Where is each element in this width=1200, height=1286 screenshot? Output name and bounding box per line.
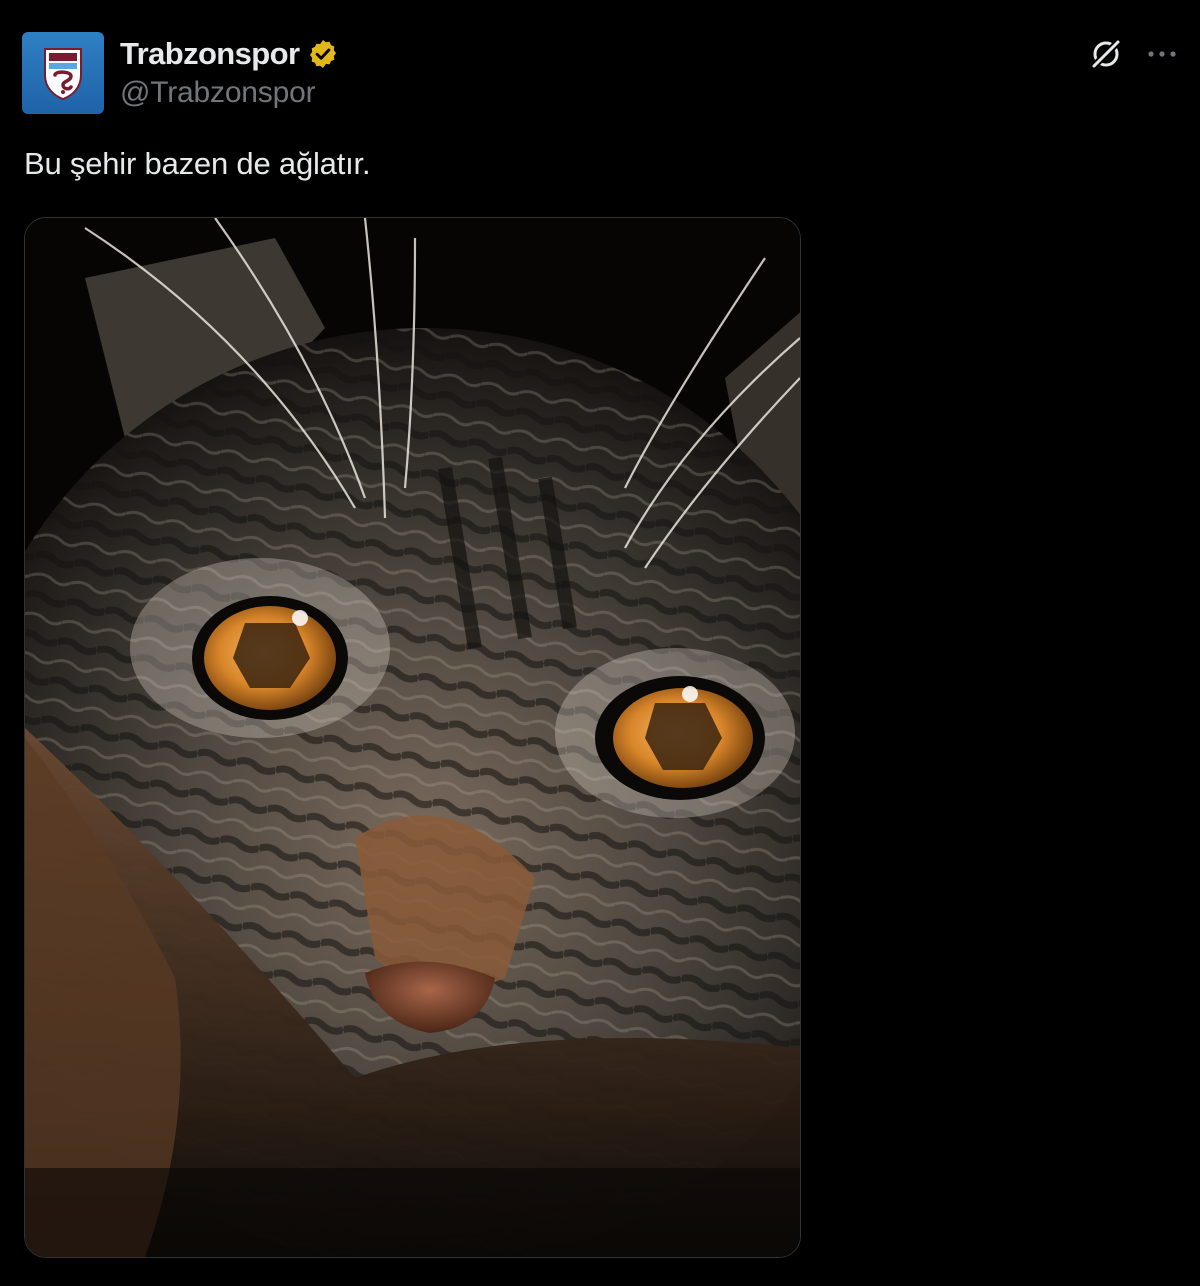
author-names: Trabzonspor @Trabzonspor: [120, 34, 339, 110]
tweet-media[interactable]: [24, 217, 801, 1258]
grok-button[interactable]: [1086, 34, 1126, 74]
tweet-actions: [1086, 34, 1182, 74]
more-icon: [1148, 51, 1176, 57]
display-name-row: Trabzonspor: [120, 34, 339, 74]
tweet-header: Trabzonspor @Trabzonspor: [22, 32, 339, 114]
tweet-text: Bu şehir bazen de ağlatır.: [24, 146, 371, 181]
tweet-card: Trabzonspor @Trabzonspor Bu şehir bazen …: [0, 0, 1200, 1286]
grok-icon: [1090, 38, 1122, 70]
avatar[interactable]: [22, 32, 104, 114]
cat-photo: [25, 218, 800, 1257]
verified-badge-icon[interactable]: [307, 38, 339, 70]
display-name[interactable]: Trabzonspor: [120, 36, 300, 72]
club-crest-icon: [44, 48, 82, 101]
more-button[interactable]: [1142, 34, 1182, 74]
handle[interactable]: @Trabzonspor: [120, 76, 339, 110]
